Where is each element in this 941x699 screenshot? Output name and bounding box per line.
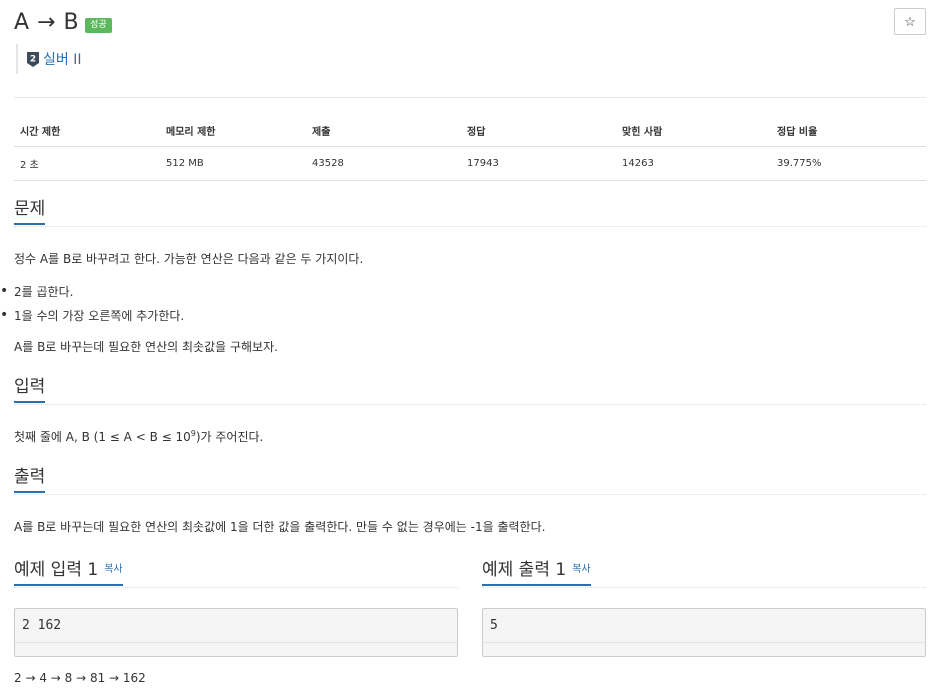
info-value-row: 2 초 512 MB 43528 17943 14263 39.775% [14,146,926,181]
sample-output-header: 예제 출력 1 복사 [482,560,926,588]
sample-output-value[interactable]: 5 [483,609,925,643]
operation-item: 1을 수의 가장 오른쪽에 추가한다. [0,306,184,325]
output-section-header: 출력 [14,467,926,495]
status-badge: 성공 [85,18,112,33]
output-section-title: 출력 [14,467,46,493]
problem-goal: A를 B로 바꾸는데 필요한 연산의 최솟값을 구해보자. [14,340,278,354]
sample-explanation: 2 → 4 → 8 → 81 → 162 [14,671,146,685]
tier-number: 2 [30,54,36,64]
value-accept-ratio: 39.775% [771,146,926,181]
value-memory-limit: 512 MB [160,146,306,181]
favorite-star-button[interactable]: ☆ [894,8,926,35]
value-accepted: 17943 [461,146,616,181]
input-desc-after: )가 주어진다. [195,430,264,444]
copy-input-link[interactable]: 복사 [104,564,122,575]
star-icon: ☆ [904,13,916,29]
silver-tier-icon: 2 [27,51,39,67]
sample-input-value[interactable]: 2 162 [15,609,457,643]
sample-output-title: 예제 출력 1 [482,560,567,580]
sample-input-box[interactable]: 2 162 [14,608,458,657]
problem-title: A → B [14,10,80,35]
value-submissions: 43528 [306,146,461,181]
operation-item: 2를 곱한다. [0,282,184,301]
sample-output-title-wrap: 예제 출력 1 복사 [482,560,591,586]
sample-output-box[interactable]: 5 [482,608,926,657]
header-time-limit: 시간 제한 [14,115,160,147]
input-description: 첫째 줄에 A, B (1 ≤ A < B ≤ 109)가 주어진다. [14,428,263,446]
header-submissions: 제출 [306,115,461,147]
sample-input-title: 예제 입력 1 [14,560,99,580]
header-solvers: 맞힌 사람 [616,115,771,147]
sample-input-title-wrap: 예제 입력 1 복사 [14,560,123,586]
operations-list: 2를 곱한다. 1을 수의 가장 오른쪽에 추가한다. [0,282,184,331]
output-description: A를 B로 바꾸는데 필요한 연산의 최솟값에 1을 더한 값을 출력한다. 만… [14,520,546,534]
input-desc-before: 첫째 줄에 A, B (1 ≤ A < B ≤ 10 [14,430,191,444]
sample-input-header: 예제 입력 1 복사 [14,560,458,588]
value-solvers: 14263 [616,146,771,181]
input-section-title: 입력 [14,377,46,403]
problem-description: 정수 A를 B로 바꾸려고 한다. 가능한 연산은 다음과 같은 두 가지이다. [14,252,364,266]
problem-info-table: 시간 제한 메모리 제한 제출 정답 맞힌 사람 정답 비율 2 초 512 M… [14,115,926,181]
value-time-limit: 2 초 [14,146,160,181]
header-accept-ratio: 정답 비율 [771,115,926,147]
tier-block: 2 실버 II [16,44,81,74]
header-accepted: 정답 [461,115,616,147]
copy-output-link[interactable]: 복사 [572,564,590,575]
header-divider [14,97,926,98]
tier-label-link[interactable]: 실버 II [43,49,81,69]
problem-title-row: A → B 성공 [14,10,112,35]
problem-section-header: 문제 [14,199,926,227]
input-section-header: 입력 [14,377,926,405]
problem-section-title: 문제 [14,199,46,225]
header-memory-limit: 메모리 제한 [160,115,306,147]
info-header-row: 시간 제한 메모리 제한 제출 정답 맞힌 사람 정답 비율 [14,115,926,147]
